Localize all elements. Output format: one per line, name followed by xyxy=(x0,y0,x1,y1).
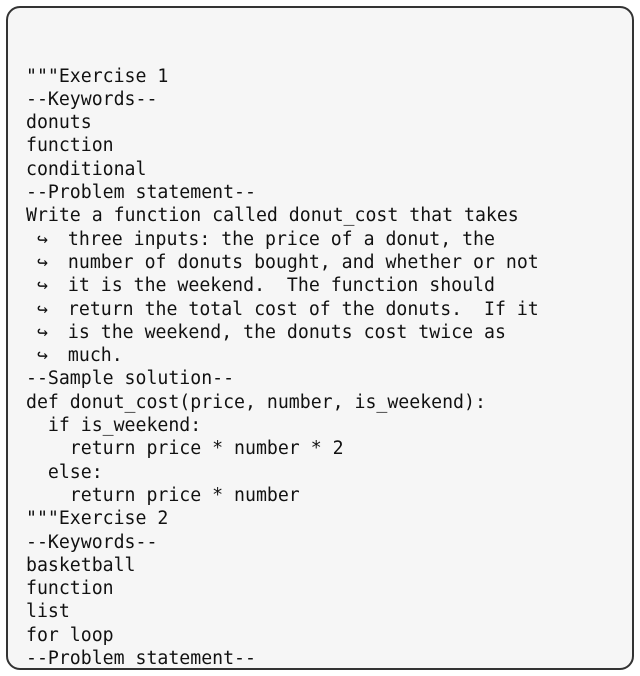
code-listing-frame: """Exercise 1--Keywords--donutsfunctionc… xyxy=(6,6,634,670)
code-line-text: --Keywords-- xyxy=(26,532,157,553)
code-line: function xyxy=(26,577,622,600)
continuation-arrow-icon: ↪ xyxy=(37,298,57,321)
code-line-text: if is_weekend: xyxy=(26,415,201,436)
code-line: donuts xyxy=(26,111,622,134)
code-line: Write a function called donut_cost that … xyxy=(26,204,622,227)
continuation-arrow-icon: ↪ xyxy=(37,228,57,251)
code-line-text: basketball xyxy=(26,555,136,576)
code-line-text: --Keywords-- xyxy=(26,89,157,110)
code-line: ↪ number of donuts bought, and whether o… xyxy=(26,251,622,274)
code-line: return price * number xyxy=(26,484,622,507)
code-line-text: function xyxy=(26,578,114,599)
code-line-text: for loop xyxy=(26,625,114,646)
code-line-text: else: xyxy=(26,462,103,483)
code-line-text: --Problem statement-- xyxy=(26,182,256,203)
code-line-text: return price * number xyxy=(26,485,300,506)
code-line: --Sample solution-- xyxy=(26,367,622,390)
code-line-text: --Sample solution-- xyxy=(26,368,234,389)
code-line: basketball xyxy=(26,554,622,577)
code-line-text: much. xyxy=(57,345,123,366)
code-line: --Keywords-- xyxy=(26,531,622,554)
code-line: ↪ is the weekend, the donuts cost twice … xyxy=(26,321,622,344)
code-line-text: return the total cost of the donuts. If … xyxy=(57,299,539,320)
code-line: """Exercise 1 xyxy=(26,65,622,88)
code-line: ↪ it is the weekend. The function should xyxy=(26,274,622,297)
code-line: for loop xyxy=(26,624,622,647)
code-line: def donut_cost(price, number, is_weekend… xyxy=(26,391,622,414)
code-line: --Problem statement-- xyxy=(26,181,622,204)
code-line: function xyxy=(26,134,622,157)
code-line: list xyxy=(26,600,622,623)
continuation-arrow-icon: ↪ xyxy=(37,251,57,274)
code-line-text: """Exercise 2 xyxy=(26,508,168,529)
code-line: ↪ return the total cost of the donuts. I… xyxy=(26,298,622,321)
code-line-text: function xyxy=(26,135,114,156)
code-line-text: is the weekend, the donuts cost twice as xyxy=(57,322,506,343)
code-line: else: xyxy=(26,461,622,484)
code-line: return price * number * 2 xyxy=(26,437,622,460)
code-line-text: three inputs: the price of a donut, the xyxy=(57,229,495,250)
code-line: --Keywords-- xyxy=(26,88,622,111)
code-line-text: donuts xyxy=(26,112,92,133)
code-line-text: return price * number * 2 xyxy=(26,438,344,459)
code-line: """Exercise 2 xyxy=(26,507,622,530)
continuation-arrow-icon: ↪ xyxy=(37,274,57,297)
code-line: ↪ three inputs: the price of a donut, th… xyxy=(26,228,622,251)
code-line-text: number of donuts bought, and whether or … xyxy=(57,252,539,273)
continuation-arrow-icon: ↪ xyxy=(37,321,57,344)
code-line: --Problem statement-- xyxy=(26,647,622,670)
code-line-text: Write a function called donut_cost that … xyxy=(26,205,519,226)
code-line-text: list xyxy=(26,601,70,622)
code-line: if is_weekend: xyxy=(26,414,622,437)
code-line-text: """Exercise 1 xyxy=(26,66,168,87)
code-line-text: def donut_cost(price, number, is_weekend… xyxy=(26,392,486,413)
code-line-text: --Problem statement-- xyxy=(26,648,256,669)
code-line: conditional xyxy=(26,158,622,181)
continuation-arrow-icon: ↪ xyxy=(37,344,57,367)
code-line-text: it is the weekend. The function should xyxy=(57,275,495,296)
code-line-text: conditional xyxy=(26,159,146,180)
code-line: ↪ much. xyxy=(26,344,622,367)
code-listing: """Exercise 1--Keywords--donutsfunctionc… xyxy=(26,65,622,670)
